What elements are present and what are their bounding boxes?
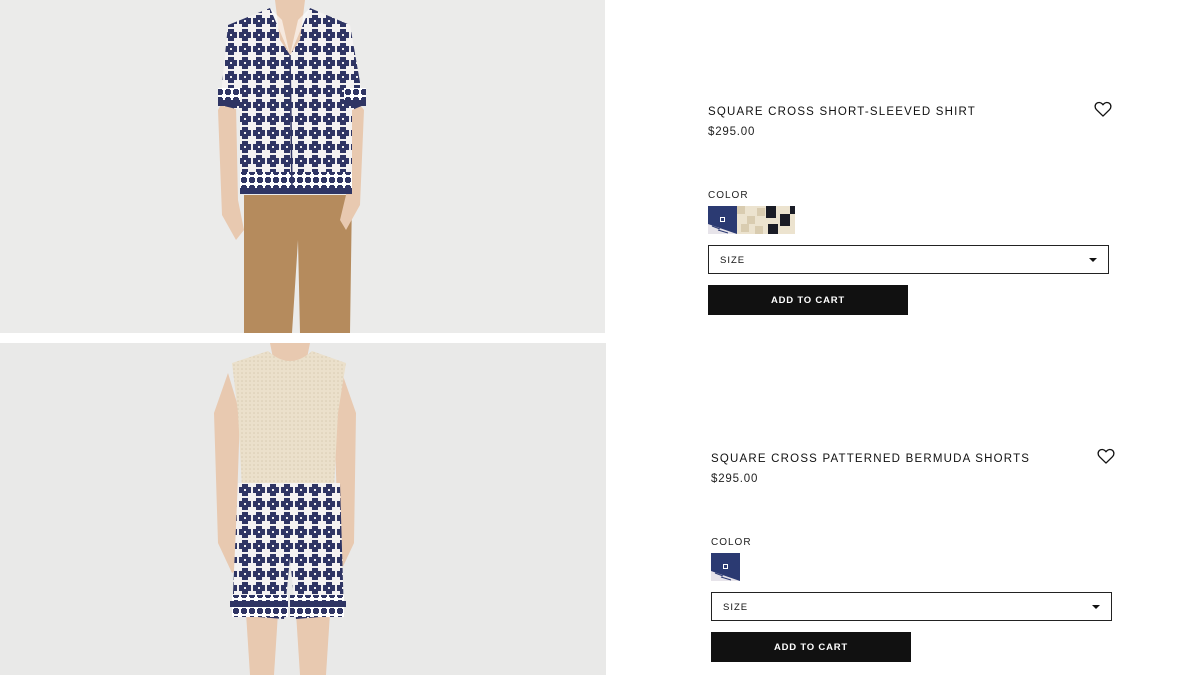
heart-outline-icon[interactable] <box>1093 99 1113 119</box>
product-card-shorts: SQUARE CROSS PATTERNED BERMUDA SHORTS $2… <box>711 448 1116 663</box>
color-swatches <box>711 553 740 581</box>
product-image-shirt[interactable] <box>0 0 605 333</box>
product-price: $295.00 <box>711 473 759 485</box>
size-select-label: SIZE <box>720 255 746 266</box>
size-select-label: SIZE <box>723 602 749 613</box>
swatch-navy-print[interactable] <box>711 553 740 581</box>
color-label: COLOR <box>711 537 752 548</box>
product-price: $295.00 <box>708 126 756 138</box>
add-to-cart-button[interactable]: ADD TO CART <box>711 632 911 662</box>
color-label: COLOR <box>708 190 749 201</box>
heart-outline-icon[interactable] <box>1096 446 1116 466</box>
swatch-navy-print[interactable] <box>708 206 737 234</box>
product-image-shorts[interactable] <box>0 343 606 675</box>
caret-down-icon <box>1092 605 1100 609</box>
swatch-black-ecru-check[interactable] <box>766 206 795 234</box>
swatch-ecru-print[interactable] <box>737 206 766 234</box>
product-title[interactable]: SQUARE CROSS SHORT-SLEEVED SHIRT <box>708 106 976 118</box>
caret-down-icon <box>1089 258 1097 262</box>
add-to-cart-button[interactable]: ADD TO CART <box>708 285 908 315</box>
size-select[interactable]: SIZE <box>711 592 1112 621</box>
size-select[interactable]: SIZE <box>708 245 1109 274</box>
color-swatches <box>708 206 795 234</box>
product-title[interactable]: SQUARE CROSS PATTERNED BERMUDA SHORTS <box>711 453 1030 465</box>
product-card-shirt: SQUARE CROSS SHORT-SLEEVED SHIRT $295.00… <box>708 101 1113 316</box>
